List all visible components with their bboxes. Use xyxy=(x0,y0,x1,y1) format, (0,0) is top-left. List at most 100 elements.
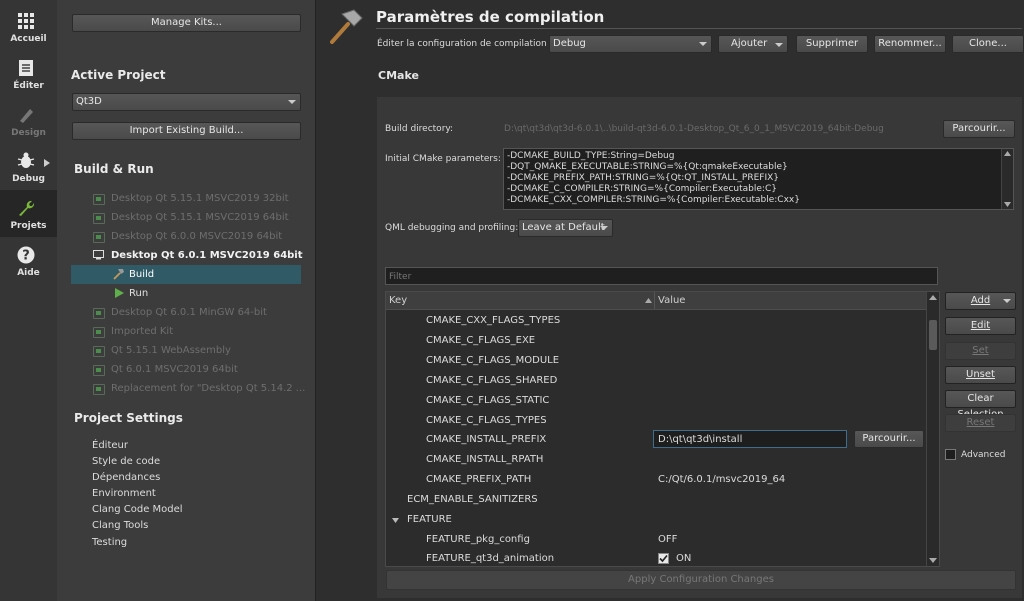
mode-design[interactable]: Design xyxy=(0,97,57,144)
table-row[interactable]: CMAKE_INSTALL_RPATH xyxy=(386,450,923,469)
mode-label: Projets xyxy=(10,221,47,231)
params-scrollbar[interactable] xyxy=(1001,149,1013,209)
edit-variable-button[interactable]: Edit xyxy=(945,317,1016,335)
build-config-select[interactable]: Debug xyxy=(549,35,712,53)
table-row[interactable]: CMAKE_PREFIX_PATH C:/Qt/6.0.1/msvc2019_64 xyxy=(386,470,923,489)
advanced-checkbox[interactable] xyxy=(945,449,956,460)
clear-selection-button[interactable]: Clear Selection xyxy=(945,390,1016,420)
build-dir-value[interactable]: D:\qt\qt3d\qt3d-6.0.1\..\build-qt3d-6.0.… xyxy=(504,124,934,134)
apply-configuration-button[interactable]: Apply Configuration Changes xyxy=(386,570,1016,590)
initial-params-textarea[interactable]: -DCMAKE_BUILD_TYPE:String=Debug -DQT_QMA… xyxy=(503,148,1014,210)
kit-icon xyxy=(93,308,105,319)
row-value: OFF xyxy=(658,534,678,545)
table-row[interactable]: FEATURE_qt3d_animation ON xyxy=(386,549,923,566)
value-edit-input[interactable]: D:\qt\qt3d\install xyxy=(653,430,847,448)
mode-welcome[interactable]: Accueil xyxy=(0,3,57,50)
kit-item[interactable]: Imported Kit xyxy=(76,322,308,341)
project-select-value: Qt3D xyxy=(76,96,102,107)
row-key: FEATURE_qt3d_animation xyxy=(426,553,555,564)
value-column-header[interactable]: Value xyxy=(658,295,685,306)
kit-item-active[interactable]: Desktop Qt 6.0.1 MSVC2019 64bit xyxy=(76,246,308,265)
row-key: CMAKE_INSTALL_RPATH xyxy=(426,454,544,465)
param-line: -DCMAKE_CXX_COMPILER:STRING=%{Compiler:E… xyxy=(507,195,800,205)
kit-item[interactable]: Qt 6.0.1 MSVC2019 64bit xyxy=(76,360,308,379)
checkbox-checked-icon[interactable] xyxy=(658,553,669,564)
row-key: CMAKE_C_FLAGS_MODULE xyxy=(426,355,560,366)
table-row[interactable]: CMAKE_C_FLAGS_TYPES xyxy=(386,411,923,430)
value-browse-button[interactable]: Parcourir... xyxy=(854,430,924,448)
add-variable-button[interactable]: Add xyxy=(945,292,1016,310)
build-settings-panel: Paramètres de compilation Éditer la conf… xyxy=(316,0,1024,601)
wrench-icon xyxy=(19,200,35,216)
project-select[interactable]: Qt3D xyxy=(72,93,301,111)
kit-item[interactable]: Desktop Qt 5.15.1 MSVC2019 64bit xyxy=(76,208,308,227)
table-row[interactable]: CMAKE_C_FLAGS_MODULE xyxy=(386,351,923,370)
manage-kits-button[interactable]: Manage Kits... xyxy=(72,14,301,32)
row-key: CMAKE_C_FLAGS_EXE xyxy=(426,335,536,346)
kit-item[interactable]: Qt 5.15.1 WebAssembly xyxy=(76,341,308,360)
run-item[interactable]: Run xyxy=(71,284,301,303)
row-key: CMAKE_C_FLAGS_TYPES xyxy=(426,415,547,426)
mode-projects[interactable]: Projets xyxy=(0,190,57,237)
remove-config-button[interactable]: Supprimer xyxy=(796,35,868,53)
table-row[interactable]: CMAKE_C_FLAGS_SHARED xyxy=(386,371,923,390)
active-project-heading: Active Project xyxy=(71,68,166,82)
cmake-heading: CMake xyxy=(378,69,419,82)
settings-item-clang-code-model[interactable]: Clang Code Model xyxy=(92,504,183,515)
unset-variable-button[interactable]: Unset xyxy=(945,366,1016,384)
chevron-down-icon xyxy=(699,42,707,46)
kit-label: Replacement for "Desktop Qt 5.14.2 ... xyxy=(111,383,306,394)
rename-config-button[interactable]: Renommer... xyxy=(874,35,946,53)
table-row-group[interactable]: FEATURE xyxy=(386,510,923,529)
help-icon: ? xyxy=(17,246,35,264)
kit-label: Qt 6.0.1 MSVC2019 64bit xyxy=(111,364,238,375)
kit-item[interactable]: Desktop Qt 6.0.0 MSVC2019 64bit xyxy=(76,227,308,246)
add-config-button[interactable]: Ajouter xyxy=(718,35,788,53)
mode-debug[interactable]: Debug xyxy=(0,143,57,190)
chevron-down-icon xyxy=(775,43,783,47)
kit-item[interactable]: Desktop Qt 6.0.1 MinGW 64-bit xyxy=(76,303,308,322)
expand-arrow-icon[interactable] xyxy=(392,518,399,523)
key-column-header[interactable]: Key xyxy=(389,295,407,306)
mode-label: Accueil xyxy=(10,34,47,44)
qml-debug-select[interactable]: Leave at Default xyxy=(518,219,613,237)
settings-item-dependencies[interactable]: Dépendances xyxy=(92,472,160,483)
param-line: -DQT_QMAKE_EXECUTABLE:STRING=%{Qt:qmakeE… xyxy=(507,162,788,172)
settings-item-code-style[interactable]: Style de code xyxy=(92,456,160,467)
build-dir-browse-button[interactable]: Parcourir... xyxy=(943,120,1015,138)
add-variable-label: Add xyxy=(970,295,991,306)
add-config-label: Ajouter xyxy=(731,38,768,49)
table-row-editing[interactable]: CMAKE_INSTALL_PREFIX D:\qt\qt3d\install … xyxy=(386,430,924,449)
filter-input[interactable]: Filter xyxy=(385,267,938,285)
kit-icon xyxy=(93,213,105,224)
reset-variable-button[interactable]: Reset xyxy=(945,414,1016,432)
row-key: CMAKE_C_FLAGS_SHARED xyxy=(426,375,558,386)
initial-params-label: Initial CMake parameters: xyxy=(385,154,501,164)
kit-item[interactable]: Desktop Qt 5.15.1 MSVC2019 32bit xyxy=(76,189,308,208)
row-key: CMAKE_INSTALL_PREFIX xyxy=(426,434,547,445)
settings-item-testing[interactable]: Testing xyxy=(92,537,127,548)
tree-scrollbar[interactable] xyxy=(926,292,939,566)
settings-item-editor[interactable]: Éditeur xyxy=(92,440,128,451)
row-value: ON xyxy=(676,553,692,564)
clone-config-button[interactable]: Clone... xyxy=(952,35,1024,53)
table-row[interactable]: FEATURE_pkg_config OFF xyxy=(386,530,923,549)
qml-debug-value: Leave at Default xyxy=(522,222,605,233)
table-row[interactable]: CMAKE_CXX_FLAGS_TYPES xyxy=(386,311,923,330)
table-row[interactable]: ECM_ENABLE_SANITIZERS xyxy=(386,490,923,509)
table-row[interactable]: CMAKE_C_FLAGS_STATIC xyxy=(386,391,923,410)
run-label: Run xyxy=(129,288,149,299)
settings-item-environment[interactable]: Environment xyxy=(92,488,156,499)
table-row[interactable]: CMAKE_C_FLAGS_EXE xyxy=(386,331,923,350)
set-variable-label: Set xyxy=(972,345,989,356)
mode-help[interactable]: ? Aide xyxy=(0,237,57,284)
set-variable-button[interactable]: Set xyxy=(945,342,1016,360)
mode-edit[interactable]: Éditer xyxy=(0,50,57,97)
kit-icon xyxy=(93,232,105,243)
scrollbar-thumb[interactable] xyxy=(929,320,937,350)
import-existing-build-button[interactable]: Import Existing Build... xyxy=(72,122,301,140)
build-item[interactable]: Build xyxy=(71,265,301,284)
settings-item-clang-tools[interactable]: Clang Tools xyxy=(92,520,148,531)
kit-label: Desktop Qt 5.15.1 MSVC2019 64bit xyxy=(111,212,289,223)
kit-item[interactable]: Replacement for "Desktop Qt 5.14.2 ... xyxy=(76,379,308,398)
